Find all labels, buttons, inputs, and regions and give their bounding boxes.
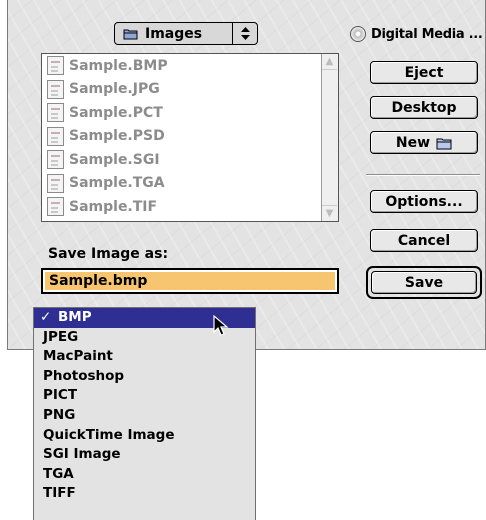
save-dialog: Images Digital Media ... Sample.BMP Samp… bbox=[7, 0, 486, 350]
new-folder-button[interactable]: New bbox=[370, 131, 478, 154]
mouse-pointer-icon bbox=[213, 314, 229, 337]
format-menu-item-photoshop[interactable]: Photoshop bbox=[34, 367, 255, 387]
file-list-item[interactable]: Sample.PCT bbox=[42, 101, 338, 125]
desktop-button[interactable]: Desktop bbox=[370, 96, 478, 119]
file-name-value: Sample.bmp bbox=[45, 272, 335, 290]
default-button-ring: Save bbox=[366, 266, 482, 299]
file-name: Sample.TGA bbox=[69, 175, 165, 192]
document-icon bbox=[47, 150, 64, 170]
file-name: Sample.PCT bbox=[69, 104, 163, 121]
file-list-item[interactable]: Sample.TIF bbox=[42, 195, 338, 219]
button-divider bbox=[366, 174, 480, 176]
save-as-label: Save Image as: bbox=[48, 246, 169, 262]
folder-popup-label: Images bbox=[145, 25, 203, 42]
save-button[interactable]: Save bbox=[371, 271, 477, 294]
format-menu-item-png[interactable]: PNG bbox=[34, 406, 255, 426]
checkmark-icon: ✓ bbox=[40, 309, 52, 325]
format-menu-item-macpaint[interactable]: MacPaint bbox=[34, 347, 255, 367]
document-icon bbox=[47, 56, 64, 76]
file-name: Sample.JPG bbox=[69, 81, 160, 98]
scroll-down-arrow-icon[interactable]: ▼ bbox=[322, 205, 337, 221]
file-list[interactable]: Sample.BMP Sample.JPG Sample.PCT Sample.… bbox=[41, 53, 339, 222]
format-menu-item-sgi-image[interactable]: SGI Image bbox=[34, 445, 255, 465]
eject-button[interactable]: Eject bbox=[370, 61, 478, 84]
folder-popup-menu[interactable]: Images bbox=[114, 22, 258, 45]
scroll-up-arrow-icon[interactable]: ▲ bbox=[322, 54, 337, 70]
file-name: Sample.SGI bbox=[69, 151, 160, 168]
format-menu-item-tiff[interactable]: TIFF bbox=[34, 484, 255, 504]
file-name: Sample.TIF bbox=[69, 198, 158, 215]
format-menu-item-pict[interactable]: PICT bbox=[34, 386, 255, 406]
format-menu-item-quicktime-image[interactable]: QuickTime Image bbox=[34, 426, 255, 446]
new-folder-label: New bbox=[395, 134, 431, 151]
format-popup-menu[interactable]: ✓ BMP JPEG MacPaint Photoshop PICT PNG Qu… bbox=[33, 307, 256, 520]
document-icon bbox=[47, 197, 64, 217]
new-folder-icon bbox=[436, 136, 452, 150]
disk-label: Digital Media ... bbox=[371, 26, 483, 42]
document-icon bbox=[47, 103, 64, 123]
cd-disk-icon bbox=[350, 26, 366, 42]
format-menu-item-tga[interactable]: TGA bbox=[34, 465, 255, 485]
cancel-button[interactable]: Cancel bbox=[370, 229, 478, 252]
file-name-field[interactable]: Sample.bmp bbox=[41, 268, 339, 294]
file-name: Sample.PSD bbox=[69, 128, 165, 145]
file-list-item[interactable]: Sample.SGI bbox=[42, 148, 338, 172]
document-icon bbox=[47, 126, 64, 146]
updown-arrows-icon bbox=[232, 23, 257, 44]
folder-icon bbox=[123, 28, 138, 40]
disk-name: Digital Media ... bbox=[350, 26, 483, 42]
file-list-item[interactable]: Sample.BMP bbox=[42, 54, 338, 78]
file-list-item[interactable]: Sample.PSD bbox=[42, 125, 338, 149]
file-list-item[interactable]: Sample.JPG bbox=[42, 78, 338, 102]
format-menu-item-label: BMP bbox=[58, 309, 92, 325]
file-list-item[interactable]: Sample.TGA bbox=[42, 172, 338, 196]
document-icon bbox=[47, 173, 64, 193]
file-list-scrollbar[interactable]: ▲ ▼ bbox=[321, 54, 338, 221]
document-icon bbox=[47, 79, 64, 99]
file-name: Sample.BMP bbox=[69, 57, 168, 74]
options-button[interactable]: Options... bbox=[370, 190, 478, 213]
